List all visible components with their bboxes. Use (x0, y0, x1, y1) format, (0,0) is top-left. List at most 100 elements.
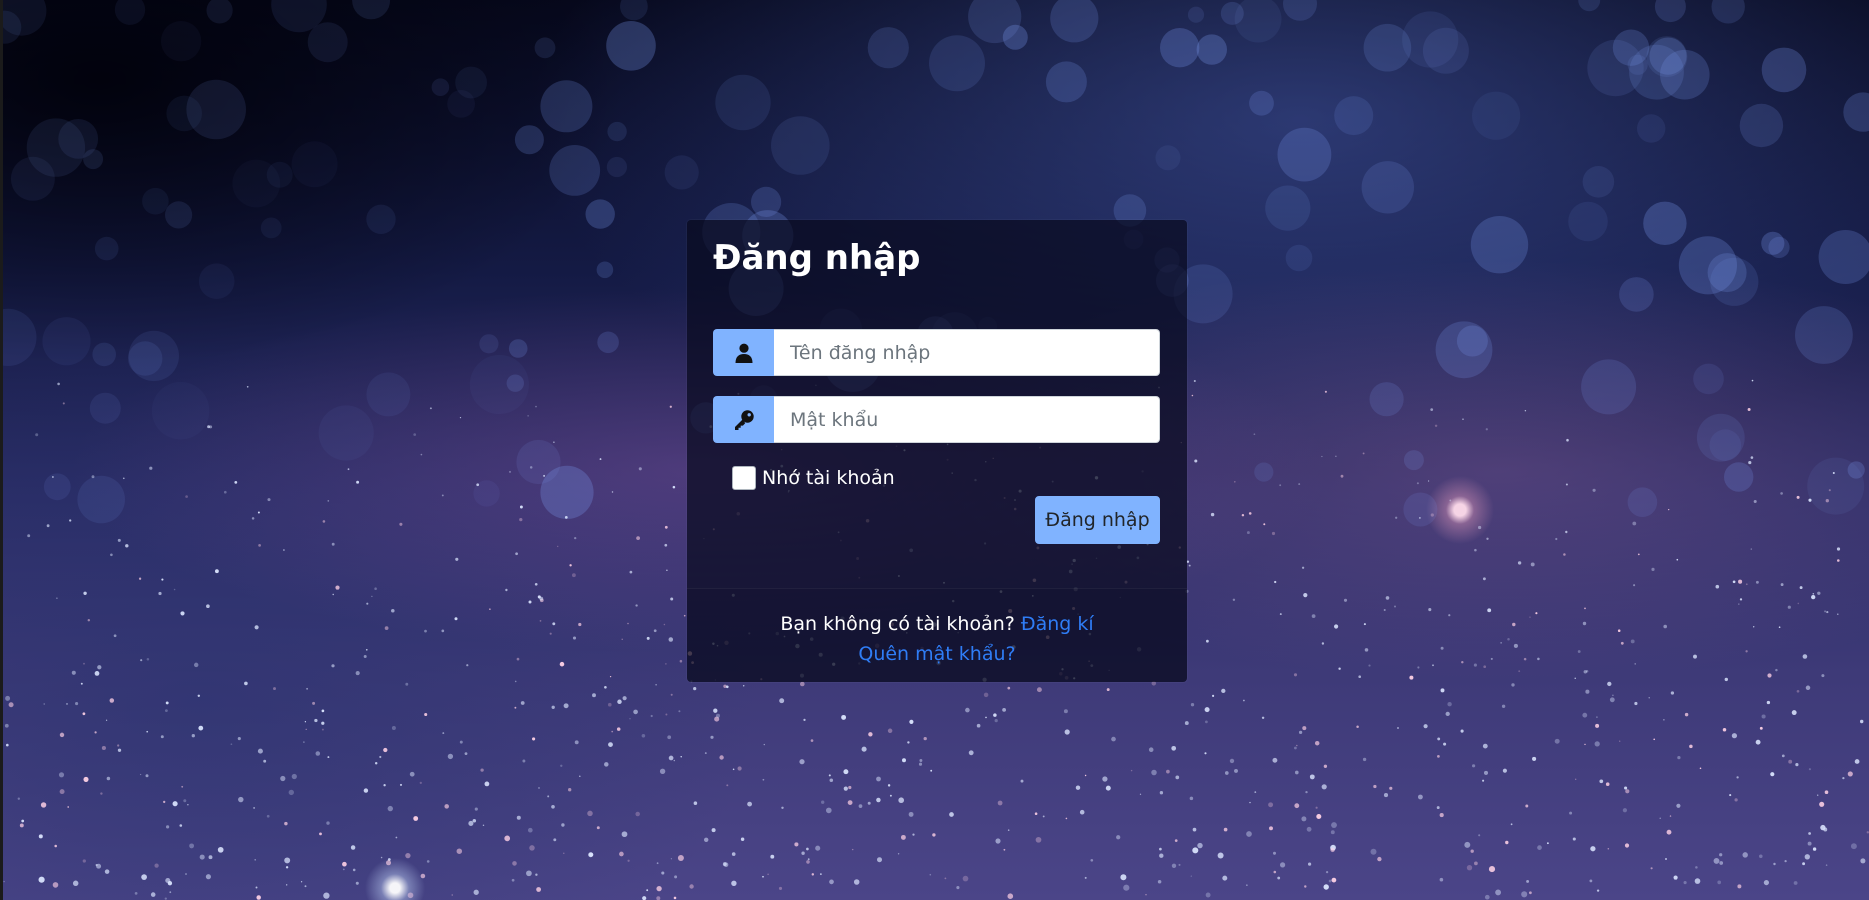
star-dot (1246, 531, 1250, 535)
star-dot (848, 785, 852, 790)
star-dot (1221, 688, 1226, 694)
star-dot (1363, 623, 1366, 626)
star-dot (158, 591, 162, 596)
star-dot (800, 681, 805, 687)
star-dot (1486, 537, 1489, 540)
star-dot (198, 725, 204, 731)
register-line: Bạn không có tài khoản? Đăng kí (687, 609, 1187, 639)
star-dot (1759, 854, 1763, 859)
star-dot (683, 614, 686, 617)
forgot-password-link[interactable]: Quên mật khẩu? (858, 643, 1015, 665)
star-dot (383, 784, 386, 787)
star-dot (918, 762, 923, 766)
star-dot (723, 862, 729, 868)
star-dot (209, 425, 213, 429)
bokeh-circle (508, 339, 528, 358)
remember-label[interactable]: Nhớ tài khoản (762, 467, 895, 489)
star-dot (1511, 683, 1515, 687)
star-dot (674, 875, 678, 879)
star-dot (1555, 537, 1558, 541)
star-dot (1159, 791, 1164, 795)
bokeh-circle (596, 261, 614, 279)
star-dot (117, 744, 120, 747)
star-dot (141, 874, 147, 880)
star-dot (1488, 866, 1496, 873)
star-dot (442, 732, 445, 735)
star-dot (1525, 804, 1529, 808)
star-dot (1370, 848, 1377, 855)
star-dot (522, 759, 526, 763)
star-dot (539, 596, 544, 601)
star-dot (52, 882, 59, 888)
star-dot (1563, 553, 1566, 556)
star-dot (304, 885, 307, 888)
bokeh-circle (1334, 96, 1374, 136)
star-dot (217, 846, 224, 853)
star-dot (561, 823, 565, 827)
star-dot (331, 664, 335, 668)
login-card: Đăng nhập Nhớ tài khoản Đăng nhập Bạn kh… (687, 220, 1187, 682)
star-dot (1279, 613, 1282, 616)
star-dot (572, 636, 577, 640)
star-dot (4, 723, 9, 728)
star-dot (535, 873, 538, 876)
star-dot (5, 743, 9, 747)
star-dot (466, 664, 469, 667)
star-dot (668, 637, 674, 642)
star-dot (1120, 874, 1127, 881)
star-dot (472, 819, 477, 823)
star-dot (1075, 785, 1081, 790)
password-input[interactable] (774, 396, 1160, 443)
username-input[interactable] (774, 329, 1160, 376)
star-dot (560, 764, 563, 767)
star-dot (1750, 456, 1754, 459)
star-dot (703, 837, 709, 843)
star-dot (59, 789, 65, 795)
bokeh-circle (1847, 461, 1865, 479)
star-dot (117, 538, 121, 542)
star-dot (742, 685, 745, 687)
star-dot (1477, 525, 1482, 530)
star-dot (1362, 452, 1365, 455)
star-dot (588, 852, 594, 858)
star-dot (87, 618, 91, 622)
star-dot (1279, 484, 1282, 487)
star-dot (139, 773, 142, 776)
star-dot (1780, 583, 1784, 587)
star-dot (371, 595, 373, 598)
star-dot (146, 658, 150, 661)
star-dot (604, 762, 609, 767)
bokeh-circle (1196, 34, 1228, 65)
star-dot (1715, 584, 1720, 589)
star-dot (1820, 824, 1826, 831)
star-dot (740, 837, 745, 842)
star-dot (779, 698, 785, 704)
star-dot (40, 802, 47, 808)
login-button[interactable]: Đăng nhập (1035, 496, 1160, 544)
star-dot (665, 713, 668, 716)
star-dot (1665, 858, 1667, 860)
star-dot (604, 685, 607, 689)
remember-checkbox[interactable] (732, 466, 756, 490)
bokeh-circle (771, 116, 830, 175)
star-dot (1755, 580, 1759, 584)
star-dot (549, 632, 552, 635)
star-dot (1819, 801, 1825, 807)
star-dot (1648, 697, 1650, 699)
star-dot (104, 869, 110, 874)
bokeh-circle (1795, 306, 1853, 364)
register-link[interactable]: Đăng kí (1021, 613, 1094, 635)
star-dot (847, 800, 853, 806)
star-dot (21, 819, 25, 823)
star-dot (288, 789, 294, 796)
star-dot (347, 468, 350, 471)
star-dot (1157, 880, 1162, 884)
star-dot (1474, 548, 1477, 552)
star-dot (1034, 812, 1038, 815)
star-dot (140, 659, 143, 662)
star-dot (1394, 605, 1396, 608)
star-dot (441, 629, 445, 633)
star-dot (912, 833, 915, 836)
star-dot (1526, 879, 1530, 883)
star-dot (1362, 757, 1367, 762)
